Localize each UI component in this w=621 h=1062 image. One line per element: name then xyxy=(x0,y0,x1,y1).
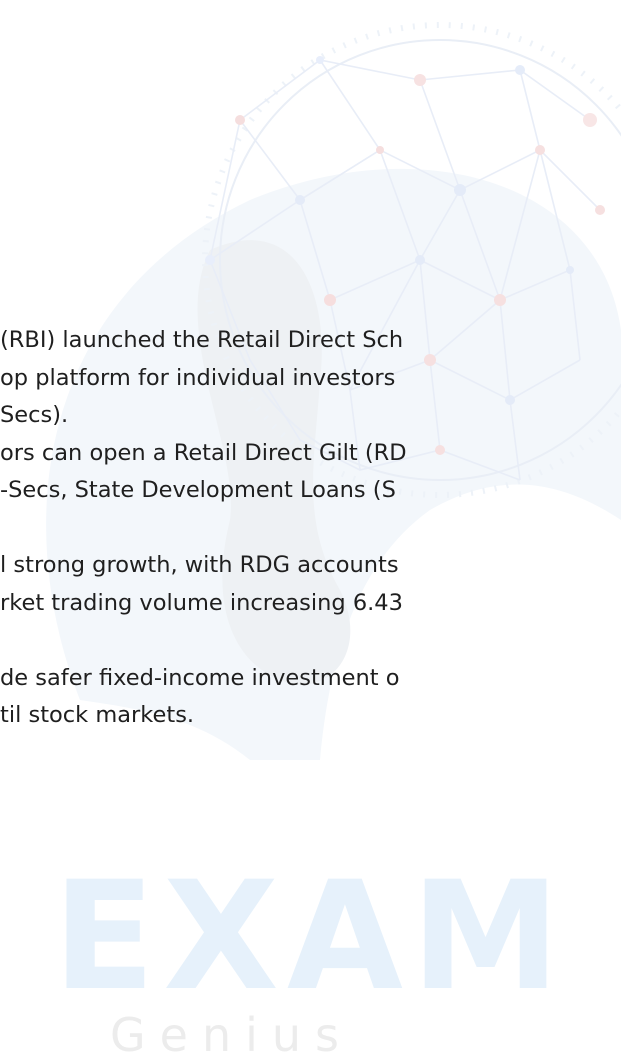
watermark-exam-text: EXAM xyxy=(52,850,569,1024)
text-line: Secs). xyxy=(0,402,69,428)
text-line: -Secs, State Development Loans (S xyxy=(0,477,396,503)
article-text-block: (RBI) launched the Retail Direct Sch op … xyxy=(0,322,621,735)
text-line: op platform for individual investors xyxy=(0,364,396,391)
text-line: ors can open a Retail Direct Gilt (RD xyxy=(0,439,407,466)
watermark-genius-text: Genius xyxy=(110,1008,354,1062)
text-line: til stock markets. xyxy=(0,702,195,728)
text-line: (RBI) launched the Retail Direct Sch xyxy=(0,327,404,353)
text-line: de safer fixed-income investment o xyxy=(0,664,400,691)
text-line: l strong growth, with RDG accounts xyxy=(0,552,399,578)
text-line: rket trading volume increasing 6.43 xyxy=(0,589,403,616)
